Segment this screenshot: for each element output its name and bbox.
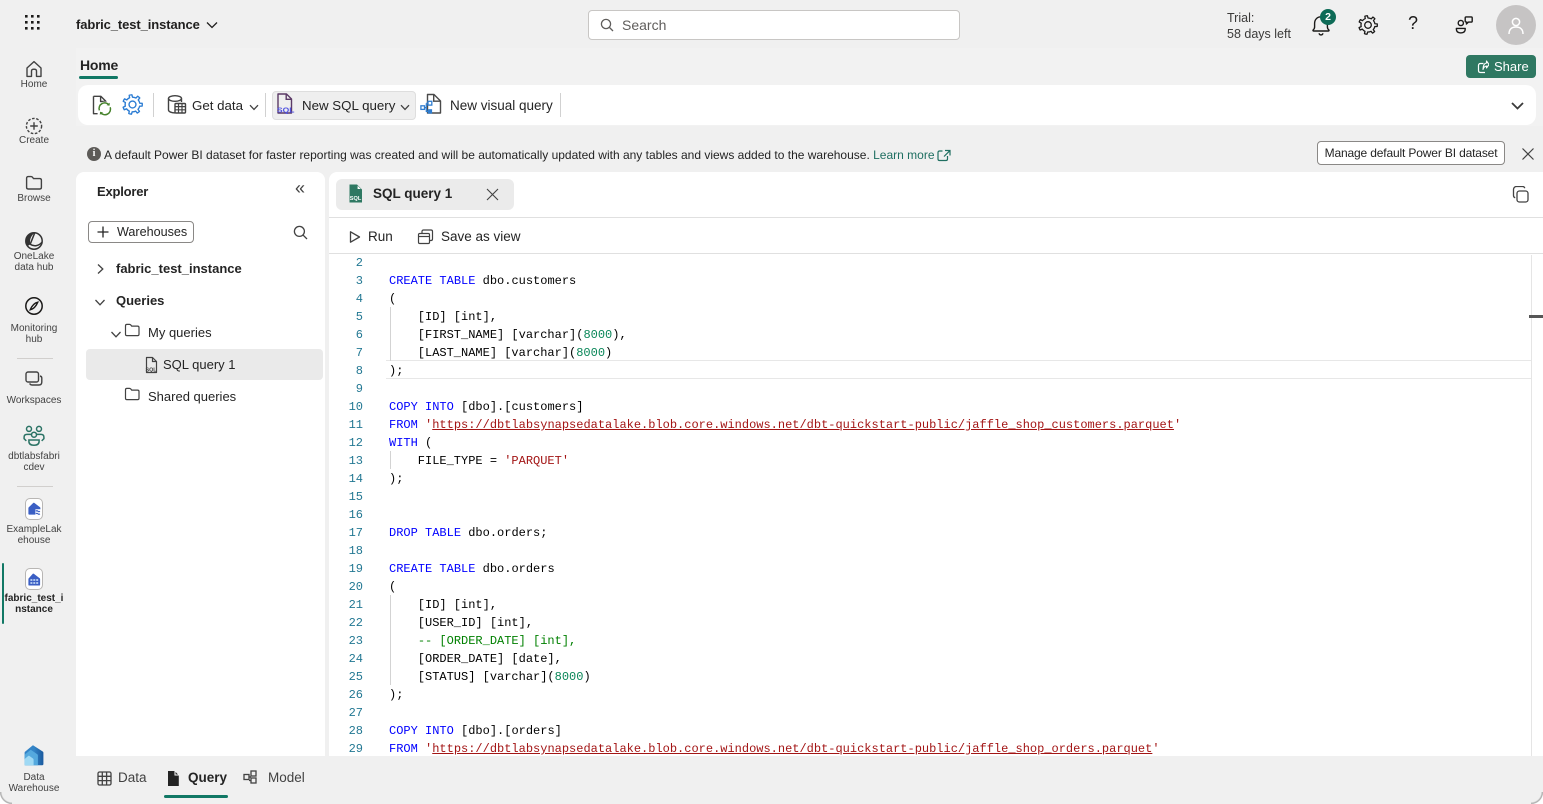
svg-text:SQL: SQL — [350, 196, 362, 202]
svg-text:SQL: SQL — [277, 106, 295, 114]
svg-text:SQL: SQL — [146, 368, 158, 374]
